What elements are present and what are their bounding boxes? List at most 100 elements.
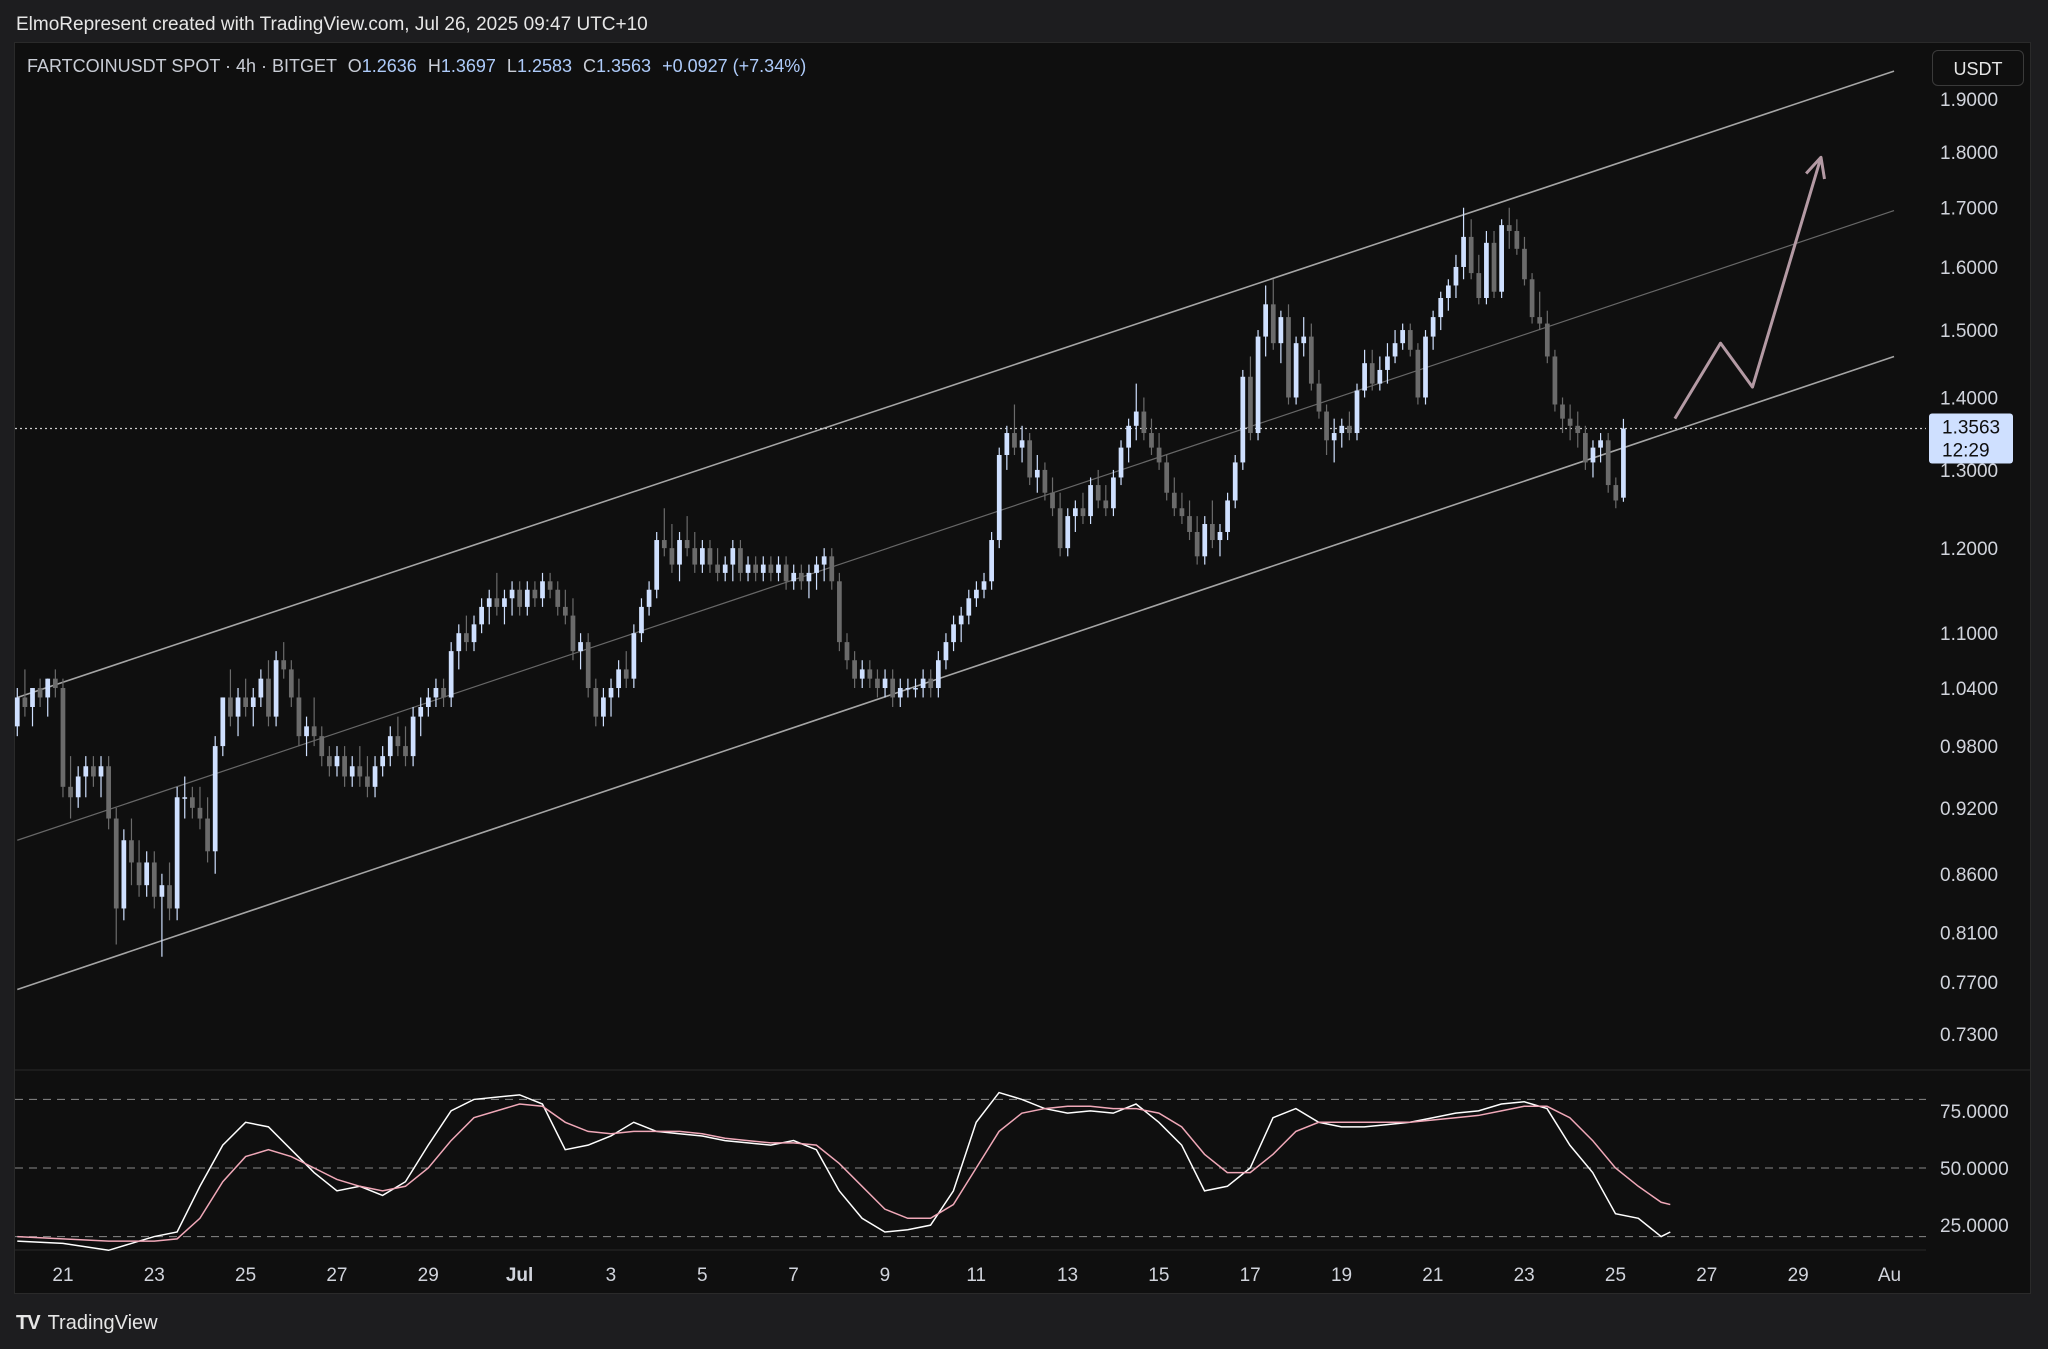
candle-body: [448, 651, 454, 698]
candle-body: [1164, 462, 1170, 493]
candle-body: [707, 548, 713, 565]
candle-body: [920, 678, 926, 689]
stoch-d-line: [17, 1103, 1671, 1242]
x-tick-label: 27: [1696, 1265, 1717, 1286]
candle-body: [524, 589, 530, 607]
candle-body: [562, 606, 568, 616]
candle-body: [1187, 516, 1192, 532]
candle-body: [342, 756, 347, 777]
symbol-label[interactable]: FARTCOINUSDT SPOT · 4h · BITGET: [27, 56, 337, 76]
candle-body: [1529, 279, 1535, 318]
x-tick-label: Jul: [506, 1265, 533, 1286]
candle-body: [783, 564, 789, 582]
x-tick-label: 25: [1605, 1265, 1626, 1286]
candle-body: [83, 766, 89, 777]
candle-body: [1552, 356, 1558, 405]
x-tick-label: 23: [1514, 1265, 1535, 1286]
candle-body: [334, 756, 340, 767]
candle-body: [357, 766, 363, 777]
candle-body: [1438, 298, 1444, 318]
y-tick-label: 1.0400: [1940, 679, 1998, 700]
candle-body: [1354, 390, 1360, 434]
candle-body: [1506, 225, 1512, 231]
candle-body: [890, 678, 896, 698]
candle-body: [403, 746, 408, 757]
candle-body: [250, 697, 256, 707]
chart-svg[interactable]: 1.9000 1.8000 1.7000 1.6000 1.5000 1.4000 1.30…: [0, 0, 2048, 1349]
candle-body: [1453, 266, 1459, 286]
candle-body: [646, 589, 652, 607]
candle-body: [91, 766, 96, 777]
candle-body: [1255, 336, 1261, 434]
y-tick-label: 0.9200: [1940, 799, 1998, 820]
candle-body: [1613, 485, 1619, 501]
candle-body: [1339, 425, 1345, 434]
candle-body: [951, 624, 956, 643]
candle-body: [258, 678, 264, 698]
candle-body: [60, 688, 66, 787]
candle-body: [1057, 508, 1063, 549]
y-tick-label: 1.7000: [1940, 199, 1998, 220]
candle-body: [1248, 376, 1253, 434]
candle-body: [1468, 236, 1474, 274]
x-tick-label: 27: [326, 1265, 347, 1286]
candle-body: [1179, 508, 1185, 517]
y-tick-label: 1.9000: [1940, 90, 1998, 111]
candle-body: [1095, 485, 1101, 501]
candle-body: [387, 736, 393, 757]
projection-arrow-line: [1673, 156, 1823, 420]
candle-body: [1286, 317, 1291, 398]
change-value: +0.0927 (+7.34%): [662, 56, 807, 76]
candle-body: [745, 564, 751, 573]
tradingview-brand[interactable]: TV TradingView: [16, 1308, 158, 1338]
candle-body: [1019, 440, 1025, 448]
candle-body: [776, 564, 781, 573]
candle-body: [1118, 447, 1124, 478]
candle-body: [1461, 236, 1466, 267]
candle-body: [661, 540, 667, 549]
candle-body: [304, 726, 309, 737]
candle-body: [75, 776, 81, 798]
candle-body: [806, 572, 812, 582]
stoch-k-line: [17, 1091, 1671, 1252]
candle-body: [273, 660, 279, 717]
candle-body: [1605, 440, 1611, 486]
candle-body: [1499, 225, 1504, 292]
candle-body: [593, 688, 599, 717]
y-tick-label: 1.5000: [1940, 321, 1998, 342]
candle-body: [395, 736, 401, 747]
candle-body: [182, 797, 188, 799]
candle-body: [867, 669, 873, 679]
candle-body: [1484, 242, 1489, 299]
candle-body: [1583, 433, 1588, 463]
candle-body: [844, 642, 850, 661]
y-tick-label: 1.8000: [1940, 143, 1998, 164]
candle-body: [1491, 242, 1497, 292]
candle-body: [1042, 469, 1048, 493]
candle-body: [136, 862, 142, 886]
y-tick-label: 0.7300: [1940, 1025, 1998, 1046]
channel-lower-line: [17, 355, 1895, 991]
candle-body: [380, 756, 386, 767]
candle-body: [517, 589, 523, 607]
candle-body: [1331, 433, 1337, 441]
low-label: L: [506, 56, 517, 76]
candle-body: [1400, 330, 1406, 344]
candle-body: [479, 606, 484, 625]
candle-body: [456, 633, 462, 652]
candle-body: [486, 598, 492, 607]
y-tick-label: 1.4000: [1940, 388, 1998, 409]
candle-body: [1301, 336, 1307, 344]
candle-body: [1430, 317, 1436, 337]
y-tick-label: 0.9800: [1940, 737, 1998, 758]
y-tick-label: 1.3000: [1940, 461, 1998, 482]
candle-body: [288, 669, 294, 698]
candle-body: [1149, 433, 1154, 448]
candle-body: [235, 697, 241, 717]
x-tick-label: 9: [880, 1265, 891, 1286]
candle-body: [14, 697, 20, 727]
x-tick-label: 29: [418, 1265, 439, 1286]
candle-body: [882, 678, 888, 689]
candle-body: [113, 818, 119, 909]
currency-button[interactable]: USDT: [1932, 50, 2024, 86]
